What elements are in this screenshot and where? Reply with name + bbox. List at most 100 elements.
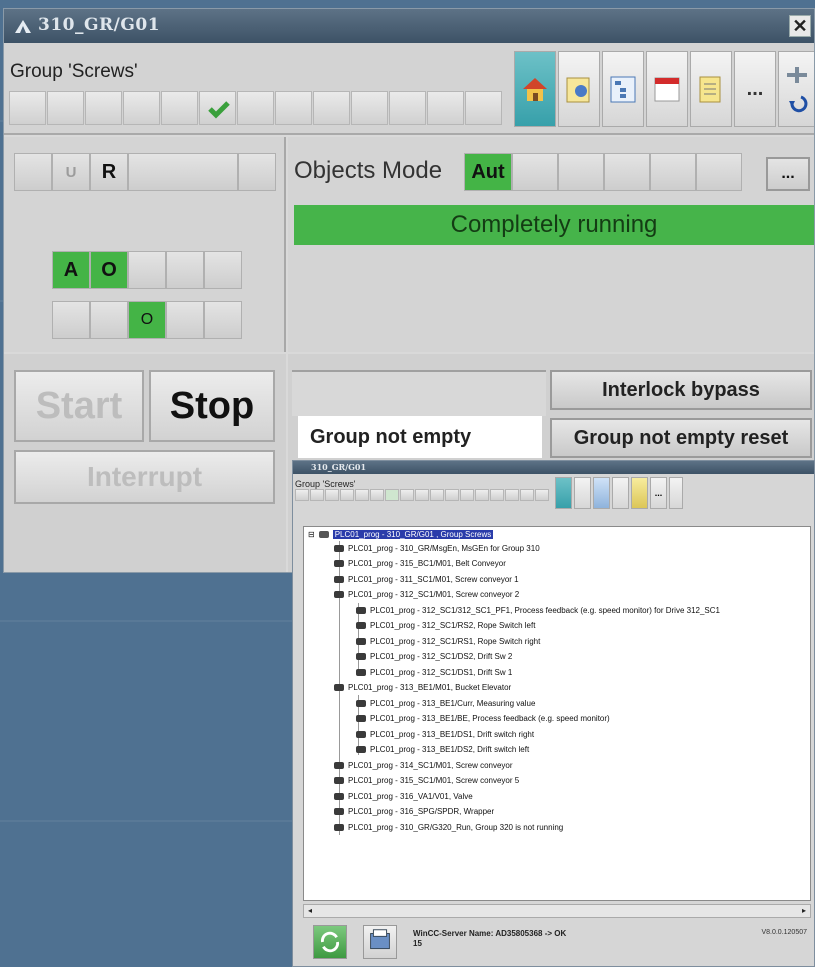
status-box xyxy=(310,489,324,501)
tree-item[interactable]: PLC01_prog - 316_VA1/V01, Valve xyxy=(334,789,473,803)
tree-item[interactable]: PLC01_prog - 313_BE1/BE, Process feedbac… xyxy=(356,712,610,726)
status-cell xyxy=(14,153,52,191)
tree-item[interactable]: PLC01_prog - 312_SC1/M01, Screw conveyor… xyxy=(334,588,519,602)
notes-icon xyxy=(699,76,721,103)
header-area: Group 'Screws' ... xyxy=(4,43,814,135)
tree-item[interactable]: PLC01_prog - 312_SC1/RS2, Rope Switch le… xyxy=(356,619,535,633)
object-icon xyxy=(334,792,344,800)
calendar-icon[interactable] xyxy=(612,477,629,509)
auto-indicator: A xyxy=(52,251,90,289)
object-icon xyxy=(334,591,344,598)
object-icon xyxy=(356,730,366,738)
back-icon[interactable] xyxy=(669,477,683,509)
status-box xyxy=(535,489,549,501)
status-box xyxy=(275,91,312,125)
status-box xyxy=(123,91,160,125)
object-tree: ⊟ PLC01_prog - 310_GR/G01 , Group Screws… xyxy=(303,526,811,901)
tree-item-label: PLC01_prog - 315_SC1/M01, Screw conveyor… xyxy=(348,776,520,785)
group-icon xyxy=(318,530,329,538)
mode-more-button[interactable]: ... xyxy=(766,157,810,191)
server-label: WinCC-Server Name: AD35805368 -> OK xyxy=(413,929,567,938)
scale-icon xyxy=(787,67,807,83)
notes-icon[interactable] xyxy=(631,477,648,509)
status-cell xyxy=(204,251,242,289)
tree-item[interactable]: PLC01_prog - 316_SPG/SPDR, Wrapper xyxy=(334,805,494,819)
status-box xyxy=(340,489,354,501)
objects-mode-label: Objects Mode xyxy=(294,157,443,184)
tree-root[interactable]: ⊟ PLC01_prog - 310_GR/G01 , Group Screws xyxy=(308,527,494,541)
calendar-icon xyxy=(654,77,680,102)
mode-aut-indicator: Aut xyxy=(464,153,512,191)
refresh-button[interactable] xyxy=(313,925,347,959)
object-icon xyxy=(356,699,366,707)
more-button[interactable]: ... xyxy=(734,51,776,127)
object-icon xyxy=(356,653,366,660)
interrupt-button[interactable]: Interrupt xyxy=(14,450,275,504)
tree-item[interactable]: PLC01_prog - 313_BE1/Curr, Measuring val… xyxy=(356,696,535,710)
mode-cell xyxy=(604,153,650,191)
status-cell xyxy=(238,153,276,191)
back-icon xyxy=(789,95,808,113)
status-cell xyxy=(128,251,166,289)
scroll-right-icon[interactable]: ▸ xyxy=(798,905,810,917)
tree-item[interactable]: PLC01_prog - 313_BE1/DS1, Drift switch r… xyxy=(356,727,534,741)
tree-root-label: PLC01_prog - 310_GR/G01 , Group Screws xyxy=(332,529,494,539)
start-button[interactable]: Start xyxy=(14,370,144,442)
home-button[interactable] xyxy=(514,51,556,127)
tree-item[interactable]: PLC01_prog - 310_GR/G320_Run, Group 320 … xyxy=(334,820,563,834)
check-status-box xyxy=(199,91,236,125)
tree-item[interactable]: PLC01_prog - 310_GR/MsgEn, MsGEn for Gro… xyxy=(334,541,540,555)
object-icon xyxy=(356,715,366,722)
tree-item[interactable]: PLC01_prog - 312_SC1/DS2, Drift Sw 2 xyxy=(356,650,512,664)
object-icon xyxy=(334,544,344,552)
tree-icon xyxy=(610,76,636,103)
object-icon xyxy=(356,606,366,614)
close-button[interactable]: ✕ xyxy=(789,15,811,37)
status-box xyxy=(505,489,519,501)
nav-button[interactable] xyxy=(778,51,814,127)
object-icon xyxy=(334,777,344,784)
more-icon[interactable]: ... xyxy=(650,477,667,509)
group-not-empty-field: Group not empty xyxy=(298,416,542,458)
tree-item[interactable]: PLC01_prog - 315_BC1/M01, Belt Conveyor xyxy=(334,557,506,571)
tree-item[interactable]: PLC01_prog - 313_BE1/M01, Bucket Elevato… xyxy=(334,681,511,695)
tree-item[interactable]: PLC01_prog - 314_SC1/M01, Screw conveyor xyxy=(334,758,513,772)
status-box xyxy=(389,91,426,125)
status-panel: U R A O O xyxy=(4,137,286,352)
tree-icon[interactable] xyxy=(593,477,610,509)
status-box xyxy=(351,91,388,125)
status-box xyxy=(460,489,474,501)
tree-item[interactable]: PLC01_prog - 315_SC1/M01, Screw conveyor… xyxy=(334,774,519,788)
tree-item-label: PLC01_prog - 311_SC1/M01, Screw conveyor… xyxy=(348,574,519,584)
trend-button[interactable] xyxy=(558,51,600,127)
interlock-bypass-button[interactable]: Interlock bypass xyxy=(550,370,812,410)
tree-item[interactable]: PLC01_prog - 313_BE1/DS2, Drift switch l… xyxy=(356,743,529,757)
home-icon[interactable] xyxy=(555,477,572,509)
print-button[interactable] xyxy=(363,925,397,959)
object-icon xyxy=(334,808,344,815)
tree-item-label: PLC01_prog - 316_VA1/V01, Valve xyxy=(348,791,473,801)
status-box xyxy=(325,489,339,501)
scroll-left-icon[interactable]: ◂ xyxy=(304,905,316,917)
tree-button[interactable] xyxy=(602,51,644,127)
title-bar: 310_GR/G01 ✕ xyxy=(4,9,814,43)
tree-item[interactable]: PLC01_prog - 312_SC1/312_SC1_PF1, Proces… xyxy=(356,603,720,617)
group-not-empty-reset-button[interactable]: Group not empty reset xyxy=(550,418,812,458)
tree-item-label: PLC01_prog - 312_SC1/312_SC1_PF1, Proces… xyxy=(370,605,720,615)
tree-item[interactable]: PLC01_prog - 311_SC1/M01, Screw conveyor… xyxy=(334,572,519,586)
status-box xyxy=(520,489,534,501)
notes-button[interactable] xyxy=(690,51,732,127)
status-box xyxy=(313,91,350,125)
tree-item-label: PLC01_prog - 310_GR/MsgEn, MsGEn for Gro… xyxy=(348,543,540,553)
tree-item[interactable]: PLC01_prog - 312_SC1/RS1, Rope Switch ri… xyxy=(356,634,540,648)
tree-item-label: PLC01_prog - 313_BE1/Curr, Measuring val… xyxy=(370,698,536,708)
mode-cell xyxy=(696,153,742,191)
tree-item[interactable]: PLC01_prog - 312_SC1/DS1, Drift Sw 1 xyxy=(356,665,512,679)
horizontal-scrollbar[interactable]: ◂ ▸ xyxy=(303,904,811,918)
status-cell xyxy=(204,301,242,339)
trend-icon[interactable] xyxy=(574,477,591,509)
tree-window: 310_GR/G01 Group 'Screws' ... ⊟ PLC01_pr… xyxy=(292,460,815,967)
status-box xyxy=(85,91,122,125)
calendar-button[interactable] xyxy=(646,51,688,127)
stop-button[interactable]: Stop xyxy=(149,370,275,442)
